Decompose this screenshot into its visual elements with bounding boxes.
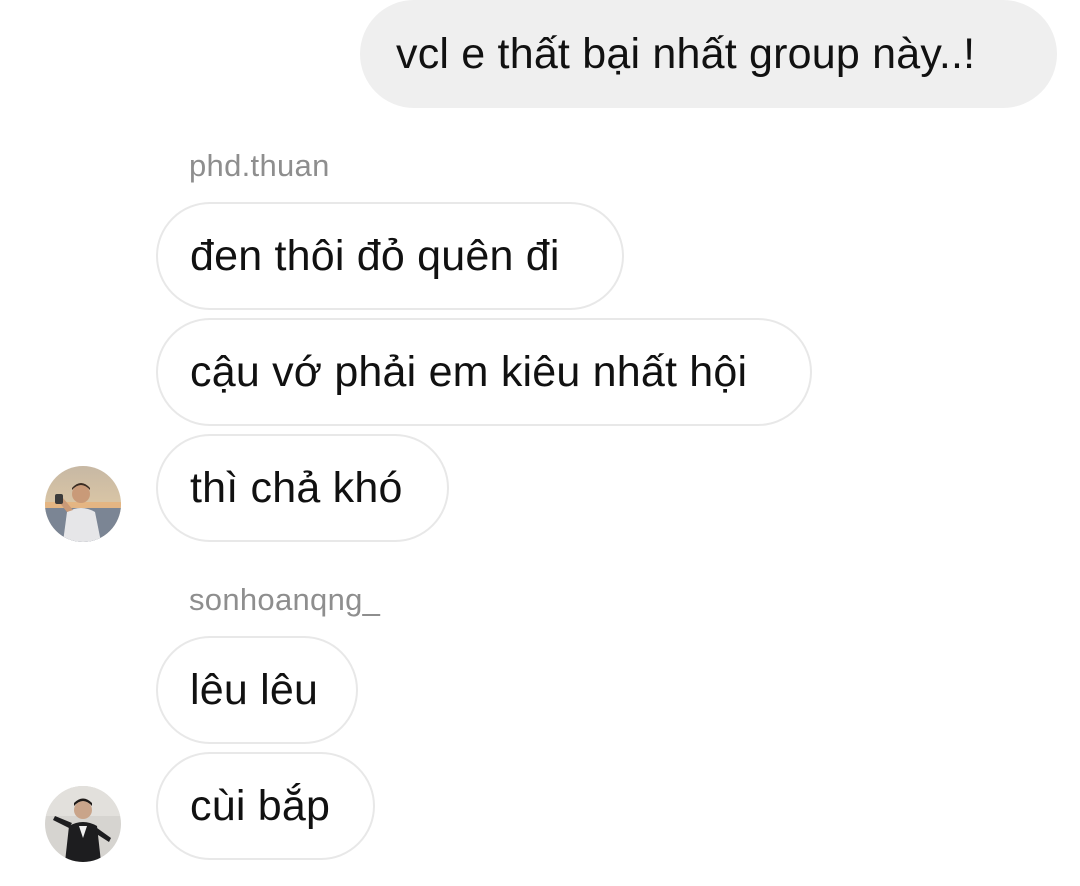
- sender-name[interactable]: sonhoanqng_: [189, 582, 380, 618]
- message-text: cậu vớ phải em kiêu nhất hội: [190, 347, 748, 396]
- avatar[interactable]: [45, 466, 121, 542]
- incoming-message-bubble[interactable]: cậu vớ phải em kiêu nhất hội: [156, 318, 812, 426]
- incoming-message-bubble[interactable]: lêu lêu: [156, 636, 358, 744]
- message-text: đen thôi đỏ quên đi: [190, 231, 560, 280]
- user-photo-avatar-icon: [45, 786, 121, 862]
- sender-name[interactable]: phd.thuan: [189, 148, 330, 184]
- avatar[interactable]: [45, 786, 121, 862]
- message-text: thì chả khó: [190, 463, 403, 512]
- message-text: vcl e thất bại nhất group này..!: [396, 29, 976, 78]
- message-text: lêu lêu: [190, 665, 319, 714]
- incoming-message-bubble[interactable]: thì chả khó: [156, 434, 449, 542]
- user-photo-avatar-icon: [45, 466, 121, 542]
- incoming-message-bubble[interactable]: cùi bắp: [156, 752, 375, 860]
- incoming-message-bubble[interactable]: đen thôi đỏ quên đi: [156, 202, 624, 310]
- outgoing-message-bubble[interactable]: vcl e thất bại nhất group này..!: [360, 0, 1057, 108]
- message-text: cùi bắp: [190, 781, 331, 830]
